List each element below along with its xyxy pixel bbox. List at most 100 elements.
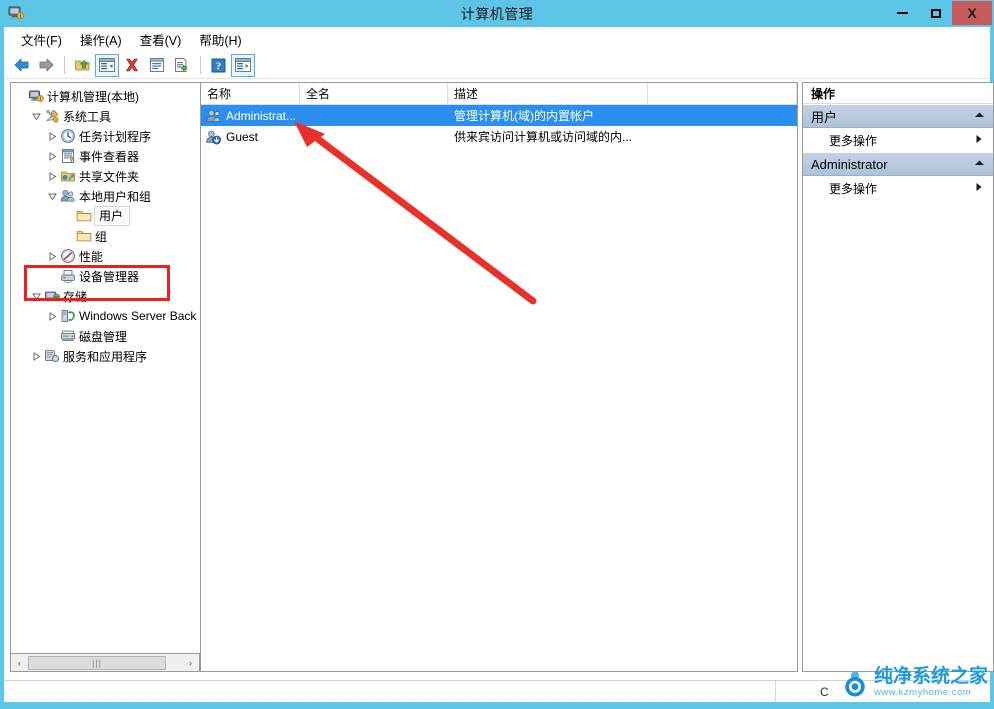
- tree-item-label: 磁盘管理: [79, 329, 128, 344]
- column-header-2[interactable]: 描述: [448, 83, 648, 104]
- performance-icon: [59, 248, 76, 264]
- collapsed-twisty-icon[interactable]: [45, 311, 59, 321]
- tree-item-label: 计算机管理(本地): [47, 89, 139, 104]
- chevron-up-icon[interactable]: [974, 159, 985, 169]
- cell-name-text: Administrat...: [226, 108, 297, 123]
- tree-item-5[interactable]: 本地用户和组: [11, 186, 200, 206]
- close-button[interactable]: X: [952, 1, 992, 25]
- help-icon[interactable]: ?: [206, 54, 230, 77]
- expanded-twisty-icon[interactable]: [29, 292, 43, 301]
- tree-item-2[interactable]: 任务计划程序: [11, 126, 200, 146]
- toolbar-separator: [64, 56, 65, 74]
- computer-management-window: 计算机管理 X 文件(F) 操作(A) 查看(V) 帮助(H) ? 计算机管理(…: [0, 0, 994, 709]
- tree-item-0[interactable]: 计算机管理(本地): [11, 86, 200, 106]
- tree-item-8[interactable]: 性能: [11, 246, 200, 266]
- action-item-label: 更多操作: [829, 133, 878, 148]
- list-rows: Administrat... 管理计算机(域)的内置帐户 Guest 供来宾访问计算机…: [201, 105, 797, 147]
- collapsed-twisty-icon[interactable]: [45, 171, 59, 181]
- user-account-icon: [205, 108, 223, 124]
- console-tree: 计算机管理(本地) 系统工具任务计划程序事件查看器共享文件夹本地用户和组 用户组性能…: [11, 83, 200, 366]
- scroll-left-arrow-icon[interactable]: ‹: [11, 655, 28, 671]
- tree-item-label: Windows Server Back: [79, 309, 197, 323]
- toolbar-separator-2: [200, 56, 201, 74]
- tree-item-7[interactable]: 组: [11, 226, 200, 246]
- actions-section-header-0[interactable]: 用户: [803, 104, 993, 128]
- forward-arrow-icon[interactable]: [34, 54, 58, 77]
- chevron-up-icon[interactable]: [974, 111, 985, 121]
- submenu-arrow-icon: [975, 182, 983, 194]
- column-header-1[interactable]: 全名: [300, 83, 448, 104]
- window-controls: X: [886, 1, 992, 25]
- status-bar: C: [4, 680, 990, 702]
- menu-action[interactable]: 操作(A): [71, 28, 131, 51]
- tree-item-6[interactable]: 用户: [11, 206, 200, 226]
- disk-management-icon: [59, 328, 76, 344]
- actions-section-header-1[interactable]: Administrator: [803, 152, 993, 176]
- table-row[interactable]: Guest 供来宾访问计算机或访问域的内...: [201, 126, 797, 147]
- show-hide-tree-icon[interactable]: [95, 53, 119, 77]
- storage-icon: [43, 288, 60, 304]
- cell-name: Guest: [201, 129, 300, 145]
- collapsed-twisty-icon[interactable]: [29, 351, 43, 361]
- minimize-button[interactable]: [886, 1, 919, 25]
- expanded-twisty-icon[interactable]: [29, 112, 43, 121]
- tree-item-label: 事件查看器: [79, 149, 140, 164]
- scroll-track[interactable]: |||: [28, 655, 182, 671]
- action-item-more-actions-0-0[interactable]: 更多操作: [803, 128, 993, 152]
- tree-item-label: 设备管理器: [79, 269, 140, 284]
- delete-x-icon[interactable]: [120, 54, 144, 77]
- shared-folders-icon: [59, 168, 76, 184]
- column-header-3[interactable]: [648, 83, 797, 104]
- actions-section-title: 用户: [811, 109, 838, 125]
- menu-help[interactable]: 帮助(H): [190, 28, 250, 51]
- tree-item-1[interactable]: 系统工具: [11, 106, 200, 126]
- list-column-headers: 名称 全名 描述: [201, 83, 797, 105]
- toolbar: ?: [4, 52, 990, 79]
- computer-icon: [27, 88, 44, 104]
- tree-item-label: 组: [95, 229, 108, 244]
- status-left: [4, 681, 775, 702]
- minimize-icon: [897, 12, 908, 14]
- tree-item-label: 共享文件夹: [79, 169, 140, 184]
- tree-item-9[interactable]: 设备管理器: [11, 266, 200, 286]
- scroll-thumb[interactable]: |||: [28, 655, 166, 670]
- task-scheduler-icon: [59, 128, 76, 144]
- submenu-arrow-icon: [975, 134, 983, 146]
- collapsed-twisty-icon[interactable]: [45, 131, 59, 141]
- collapsed-twisty-icon[interactable]: [45, 151, 59, 161]
- table-row[interactable]: Administrat... 管理计算机(域)的内置帐户: [201, 105, 797, 126]
- menu-file[interactable]: 文件(F): [12, 28, 71, 51]
- scroll-right-arrow-icon[interactable]: ›: [182, 655, 199, 671]
- column-header-0[interactable]: 名称: [201, 83, 300, 104]
- local-users-groups-icon: [59, 188, 76, 204]
- up-folder-icon[interactable]: [70, 54, 94, 77]
- expanded-twisty-icon[interactable]: [45, 192, 59, 201]
- services-applications-icon: [43, 348, 60, 364]
- actions-panel: 操作 用户 更多操作 Administrator 更多操作: [802, 82, 994, 672]
- system-tools-icon: [43, 108, 60, 124]
- user-account-disabled-icon: [205, 129, 223, 145]
- cell-description: 管理计算机(域)的内置帐户: [454, 109, 594, 123]
- tree-item-label: 系统工具: [63, 109, 112, 124]
- tree-item-3[interactable]: 事件查看器: [11, 146, 200, 166]
- windows-server-backup-icon: [59, 308, 76, 324]
- export-list-icon[interactable]: [170, 54, 194, 77]
- collapsed-twisty-icon[interactable]: [45, 251, 59, 261]
- show-action-pane-icon[interactable]: [231, 53, 255, 77]
- maximize-icon: [930, 8, 941, 18]
- action-item-more-actions-1-0[interactable]: 更多操作: [803, 176, 993, 200]
- event-viewer-icon: [59, 148, 76, 164]
- tree-item-10[interactable]: 存储: [11, 286, 200, 306]
- menu-view[interactable]: 查看(V): [131, 28, 191, 51]
- tree-item-label: 性能: [79, 249, 104, 264]
- tree-item-11[interactable]: Windows Server Back: [11, 306, 200, 326]
- maximize-button[interactable]: [919, 1, 952, 25]
- tree-item-13[interactable]: 服务和应用程序: [11, 346, 200, 366]
- tree-item-12[interactable]: 磁盘管理: [11, 326, 200, 346]
- tree-horizontal-scrollbar[interactable]: ‹ ||| ›: [10, 654, 200, 672]
- actions-title: 操作: [803, 83, 993, 104]
- properties-icon[interactable]: [145, 54, 169, 77]
- back-arrow-icon[interactable]: [9, 54, 33, 77]
- actions-sections: 用户 更多操作 Administrator 更多操作: [803, 104, 993, 200]
- tree-item-4[interactable]: 共享文件夹: [11, 166, 200, 186]
